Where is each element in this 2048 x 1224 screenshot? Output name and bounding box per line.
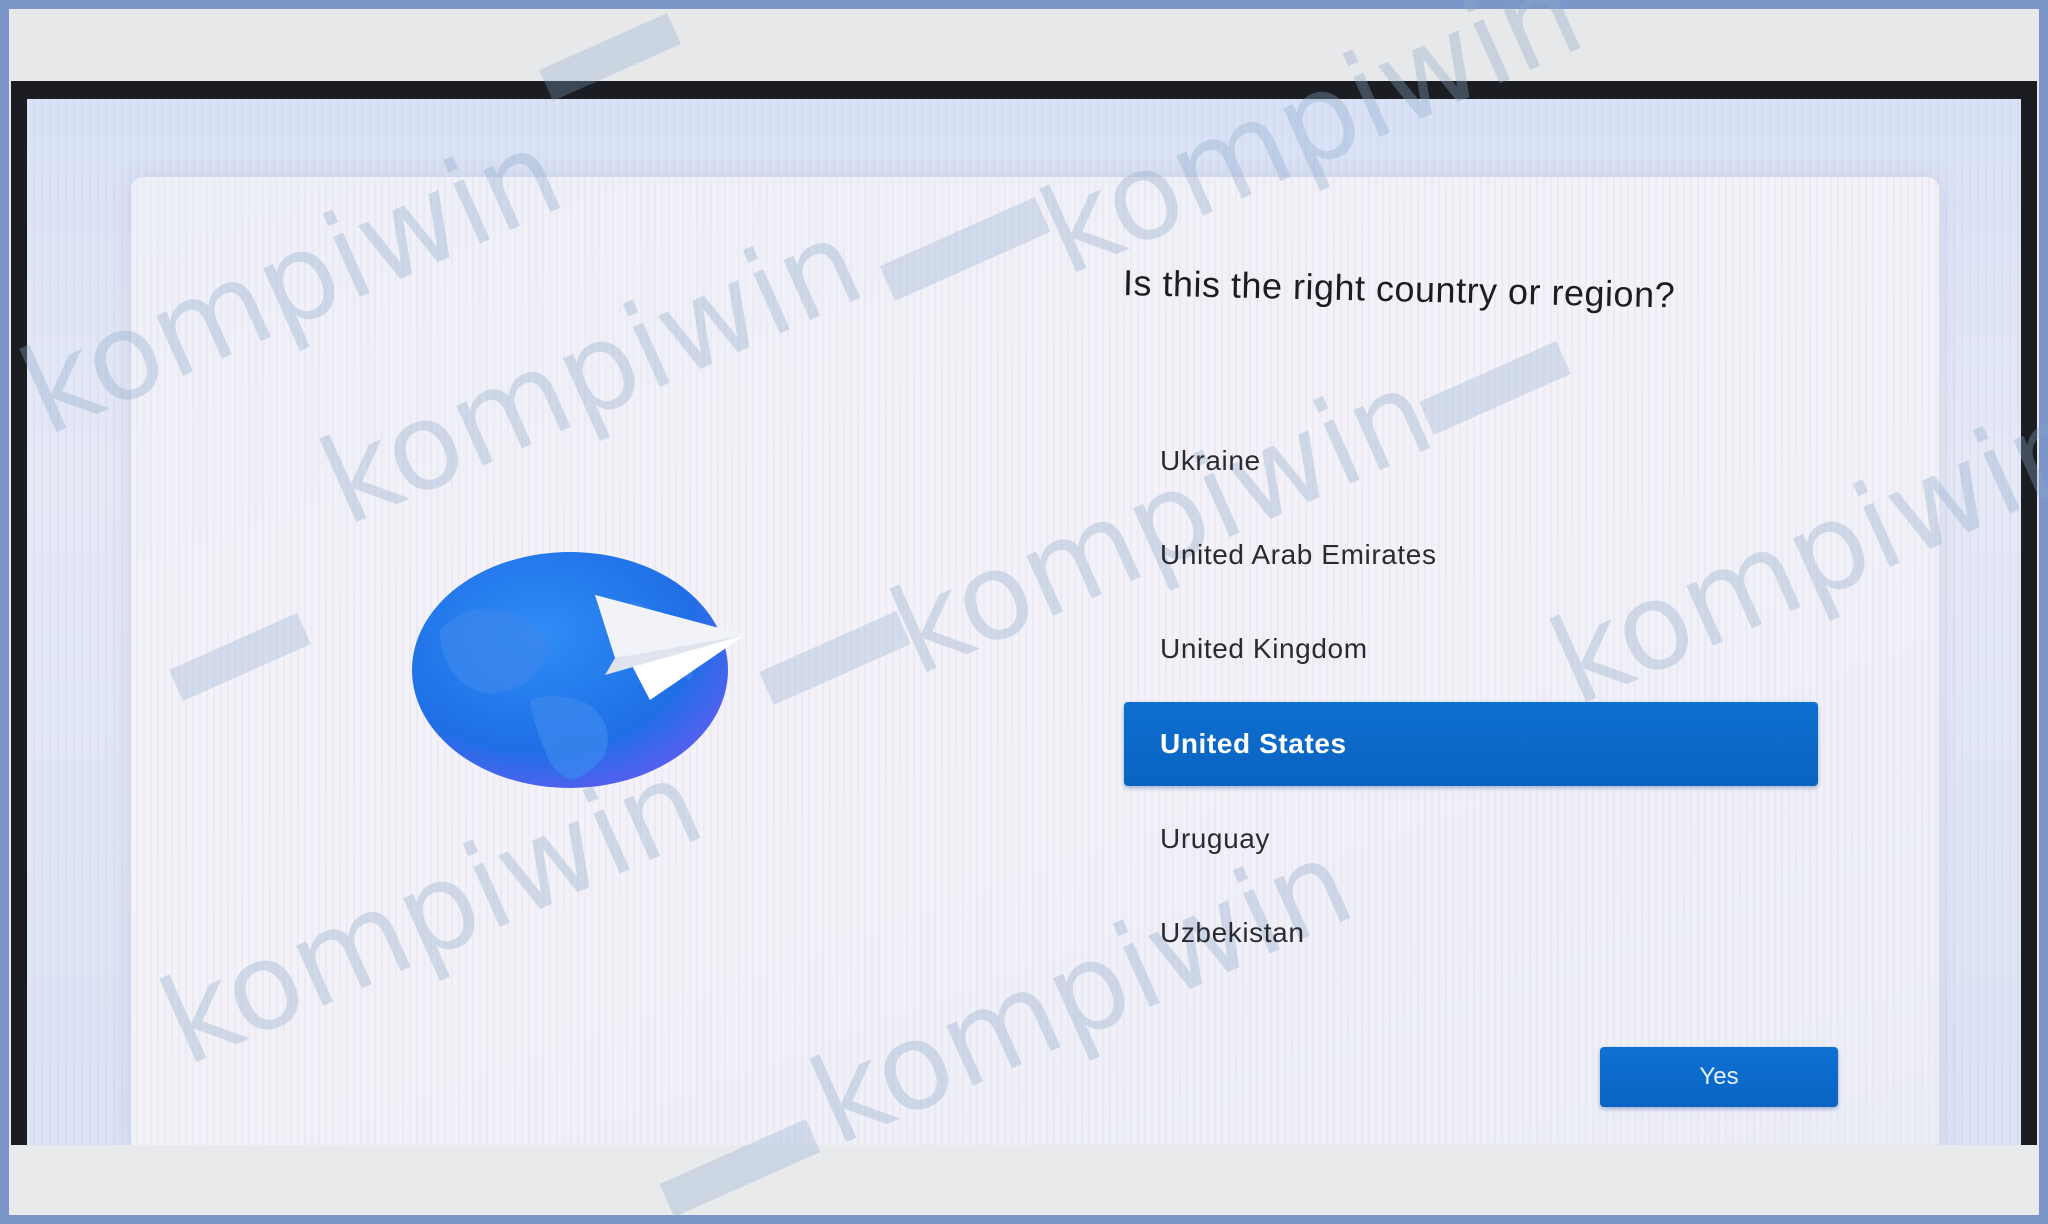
list-item-country[interactable]: United Kingdom [1124,608,1818,690]
list-item-label: United Arab Emirates [1160,539,1437,570]
list-item-country[interactable]: Ukraine [1124,420,1818,502]
list-item-country[interactable]: Uruguay [1124,798,1818,880]
country-list: Ukraine United Arab Emirates United King… [1124,420,1818,986]
list-item-country-selected[interactable]: United States [1124,702,1818,786]
list-item-label: United Kingdom [1160,633,1368,664]
top-strip [9,9,2039,81]
list-item-country[interactable]: Uzbekistan [1124,892,1818,974]
list-item-label: Uruguay [1160,823,1271,854]
bottom-strip [9,1145,2039,1215]
yes-button[interactable]: Yes [1600,1047,1838,1107]
list-item-label: United States [1160,728,1347,759]
globe-with-paper-plane-icon [412,552,745,788]
list-item-label: Ukraine [1160,445,1261,476]
list-item-country[interactable]: United Arab Emirates [1124,514,1818,596]
list-item-label: Uzbekistan [1160,917,1305,948]
